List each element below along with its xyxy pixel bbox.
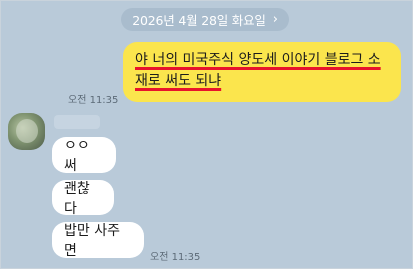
sender-name-redacted — [54, 115, 100, 129]
date-text: 2026년 4월 28일 화요일 — [132, 13, 266, 28]
received-message-bubble[interactable]: ㅇㅇ 써 — [52, 137, 116, 174]
chevron-right-icon: › — [272, 12, 278, 27]
avatar[interactable] — [8, 113, 45, 150]
sent-message-line-2: 재로 써도 되냐 — [135, 73, 222, 89]
received-message-time: 오전 11:35 — [150, 252, 201, 263]
sent-message-time: 오전 11:35 — [68, 95, 119, 106]
received-message-text: 괜찮다 — [64, 180, 90, 217]
received-message-bubble[interactable]: 밥만 사주면 — [52, 222, 144, 259]
avatar-blur — [16, 119, 38, 143]
received-message-bubble[interactable]: 괜찮다 — [52, 180, 114, 217]
received-message-text: ㅇㅇ 써 — [64, 138, 90, 174]
sent-message-bubble[interactable]: 야 너의 미국주식 양도세 이야기 블로그 소 재로 써도 되냐 — [123, 42, 401, 102]
received-message-text: 밥만 사주면 — [64, 223, 120, 259]
date-divider[interactable]: 2026년 4월 28일 화요일 › — [121, 8, 289, 31]
sent-message-line-1: 야 너의 미국주식 양도세 이야기 블로그 소 — [135, 52, 381, 68]
